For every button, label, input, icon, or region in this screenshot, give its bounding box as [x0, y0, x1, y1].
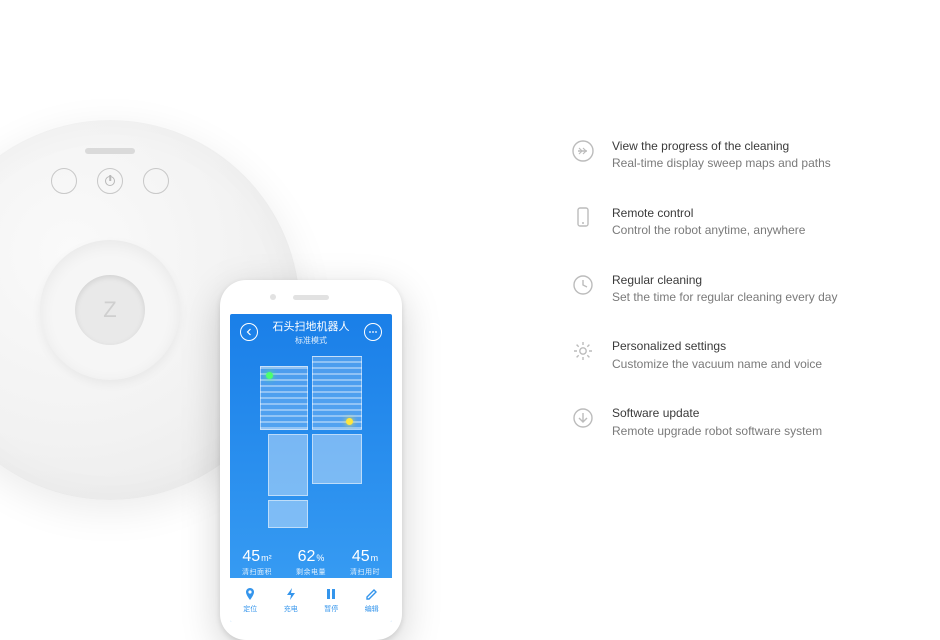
- robot-lidar-hub: Z: [40, 240, 180, 380]
- map-room: [268, 500, 308, 528]
- robot-spot-button-icon: [143, 168, 169, 194]
- map-room: [312, 434, 362, 484]
- dots-icon: [368, 330, 378, 334]
- nav-edit[interactable]: 编辑: [352, 578, 393, 622]
- app-title: 石头扫地机器人: [273, 318, 350, 334]
- progress-icon: [570, 138, 596, 164]
- nav-label: 编辑: [365, 604, 379, 614]
- phone-mockup: 石头扫地机器人 标准模式 45m² 清扫面积: [220, 280, 402, 640]
- feature-update: Software update Remote upgrade robot sof…: [570, 405, 910, 440]
- stat-battery: 62% 剩余电量: [296, 548, 326, 577]
- settings-icon: [570, 338, 596, 364]
- clock-icon: [570, 272, 596, 298]
- feature-title: Remote control: [612, 205, 805, 222]
- map-robot-dot-icon: [346, 418, 353, 425]
- feature-title: View the progress of the cleaning: [612, 138, 831, 155]
- feature-desc: Real-time display sweep maps and paths: [612, 155, 831, 172]
- bolt-icon: [283, 586, 299, 602]
- robot-sensor-bar: [85, 148, 135, 154]
- map-room: [268, 434, 308, 496]
- product-image: Z 石头扫地机器人 标准模式: [0, 120, 340, 540]
- nav-label: 定位: [243, 604, 257, 614]
- robot-power-button-icon: [97, 168, 123, 194]
- phone-speaker-icon: [293, 295, 329, 300]
- feature-desc: Control the robot anytime, anywhere: [612, 222, 805, 239]
- feature-schedule: Regular cleaning Set the time for regula…: [570, 272, 910, 307]
- feature-desc: Set the time for regular cleaning every …: [612, 289, 837, 306]
- feature-title: Personalized settings: [612, 338, 822, 355]
- stat-unit: m²: [261, 553, 272, 563]
- stat-label: 清扫用时: [350, 567, 380, 577]
- robot-logo: Z: [103, 297, 116, 323]
- back-button[interactable]: [240, 323, 258, 341]
- download-icon: [570, 405, 596, 431]
- stat-unit: %: [316, 553, 324, 563]
- stat-value: 62: [298, 548, 316, 565]
- feature-remote: Remote control Control the robot anytime…: [570, 205, 910, 240]
- features-list: View the progress of the cleaning Real-t…: [570, 138, 910, 440]
- map-start-dot-icon: [266, 372, 273, 379]
- stat-value: 45: [242, 548, 260, 565]
- feature-progress: View the progress of the cleaning Real-t…: [570, 138, 910, 173]
- nav-charge[interactable]: 充电: [271, 578, 312, 622]
- robot-home-button-icon: [51, 168, 77, 194]
- app-header: 石头扫地机器人 标准模式: [230, 314, 392, 350]
- phone-bezel-top: [220, 280, 402, 314]
- nav-label: 暂停: [324, 604, 338, 614]
- map-room: [312, 356, 362, 430]
- feature-settings: Personalized settings Customize the vacu…: [570, 338, 910, 373]
- pause-icon: [323, 586, 339, 602]
- app-subtitle: 标准模式: [273, 335, 350, 346]
- nav-label: 充电: [284, 604, 298, 614]
- stat-area: 45m² 清扫面积: [242, 548, 272, 577]
- pin-icon: [242, 586, 258, 602]
- edit-icon: [364, 586, 380, 602]
- app-screen: 石头扫地机器人 标准模式 45m² 清扫面积: [230, 314, 392, 622]
- nav-locate[interactable]: 定位: [230, 578, 271, 622]
- stat-time: 45m 清扫用时: [350, 548, 380, 577]
- stat-unit: m: [371, 553, 379, 563]
- robot-top-buttons: [51, 168, 169, 194]
- feature-title: Regular cleaning: [612, 272, 837, 289]
- stat-label: 剩余电量: [296, 567, 326, 577]
- feature-desc: Remote upgrade robot software system: [612, 423, 822, 440]
- cleaning-map[interactable]: [242, 356, 380, 536]
- more-button[interactable]: [364, 323, 382, 341]
- chevron-left-icon: [245, 328, 253, 336]
- feature-title: Software update: [612, 405, 822, 422]
- stat-value: 45: [352, 548, 370, 565]
- phone-camera-icon: [270, 294, 276, 300]
- nav-pause[interactable]: 暂停: [311, 578, 352, 622]
- remote-icon: [570, 205, 596, 231]
- bottom-nav: 定位 充电 暂停 编辑: [230, 578, 392, 622]
- stat-label: 清扫面积: [242, 567, 272, 577]
- feature-desc: Customize the vacuum name and voice: [612, 356, 822, 373]
